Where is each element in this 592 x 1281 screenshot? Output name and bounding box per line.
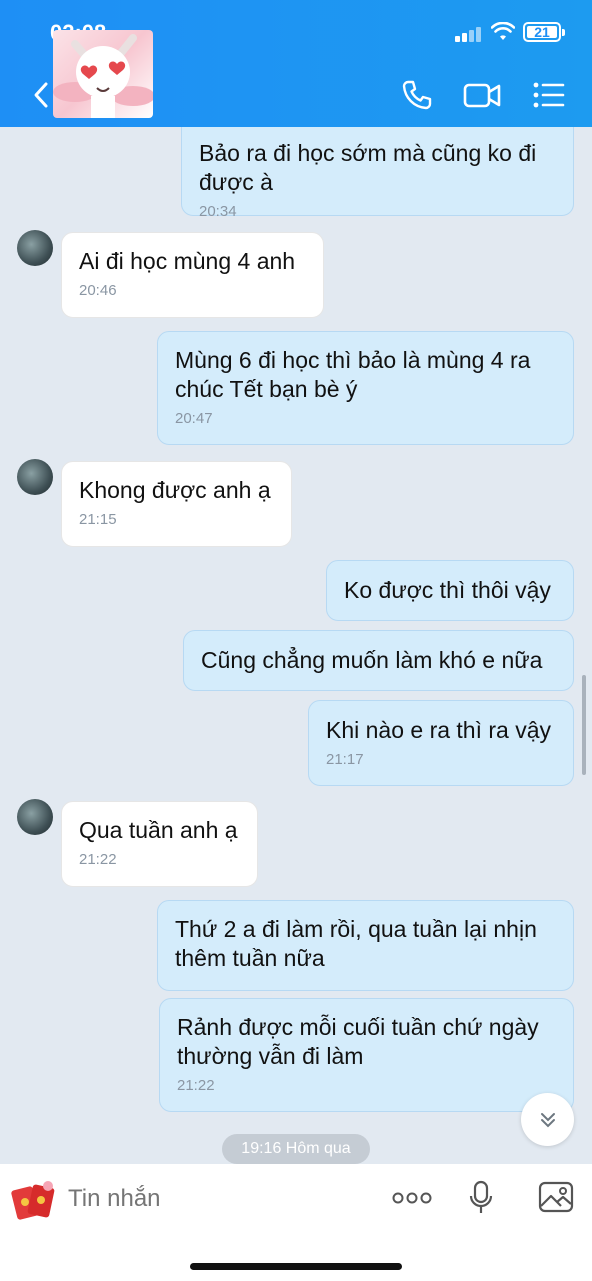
- chat-header: 02:08 21 n: [0, 0, 592, 127]
- message-bubble-incoming[interactable]: Khong được anh ạ 21:15: [61, 461, 292, 547]
- message-bubble-outgoing[interactable]: Thứ 2 a đi làm rồi, qua tuần lại nhịn th…: [157, 900, 574, 991]
- message-time: 21:15: [79, 511, 117, 528]
- message-input-bar: [0, 1164, 592, 1281]
- message-time: 20:34: [199, 203, 237, 220]
- battery-indicator: 21: [523, 22, 565, 42]
- sender-avatar[interactable]: [17, 459, 53, 495]
- message-bubble-incoming[interactable]: Qua tuần anh ạ 21:22: [61, 801, 258, 887]
- sender-avatar[interactable]: [17, 230, 53, 266]
- battery-level: 21: [534, 24, 550, 40]
- list-menu-icon[interactable]: [532, 78, 566, 112]
- message-bubble-incoming[interactable]: Ai đi học mùng 4 anh 20:46: [61, 232, 324, 318]
- message-text: Qua tuần anh ạ: [79, 817, 238, 843]
- message-text: Bảo ra đi học sớm mà cũng ko đi được à: [199, 140, 537, 195]
- chevron-down-double-icon: [540, 1112, 555, 1127]
- message-text: Khong được anh ạ: [79, 477, 271, 503]
- message-text: Ko được thì thôi vậy: [344, 577, 551, 603]
- scrollbar[interactable]: [582, 675, 586, 775]
- image-icon[interactable]: [538, 1180, 574, 1214]
- scroll-to-bottom-button[interactable]: [521, 1093, 574, 1146]
- message-time: 20:47: [175, 410, 213, 427]
- message-text: Rảnh được mỗi cuối tuần chứ ngày thường …: [177, 1014, 539, 1069]
- home-indicator: [190, 1263, 402, 1270]
- message-time: 21:22: [177, 1077, 215, 1094]
- message-time: 21:22: [79, 851, 117, 868]
- message-text: Khi nào e ra thì ra vậy: [326, 717, 552, 743]
- message-bubble-outgoing[interactable]: Khi nào e ra thì ra vậy 21:17: [308, 700, 574, 786]
- message-time: 20:46: [79, 282, 117, 299]
- message-text: Mùng 6 đi học thì bảo là mùng 4 ra chúc …: [175, 347, 531, 402]
- sticker-icon[interactable]: [10, 1178, 58, 1222]
- message-input[interactable]: [68, 1182, 368, 1216]
- sender-avatar[interactable]: [17, 799, 53, 835]
- back-arrow-icon[interactable]: [30, 80, 52, 110]
- message-bubble-outgoing[interactable]: Ko được thì thôi vậy: [326, 560, 574, 621]
- contact-avatar[interactable]: [53, 30, 153, 118]
- date-separator: 19:16 Hôm qua: [222, 1134, 370, 1164]
- message-text: Ai đi học mùng 4 anh: [79, 248, 296, 274]
- message-time: 21:17: [326, 751, 364, 768]
- video-icon[interactable]: [462, 78, 502, 112]
- cell-signal-icon: [455, 26, 485, 42]
- microphone-icon[interactable]: [468, 1180, 494, 1216]
- message-bubble-outgoing[interactable]: Mùng 6 đi học thì bảo là mùng 4 ra chúc …: [157, 331, 574, 445]
- phone-icon[interactable]: [400, 78, 434, 112]
- message-text: Thứ 2 a đi làm rồi, qua tuần lại nhịn th…: [175, 916, 537, 971]
- more-dots-icon[interactable]: [392, 1188, 432, 1208]
- message-bubble-outgoing[interactable]: Rảnh được mỗi cuối tuần chứ ngày thường …: [159, 998, 574, 1112]
- message-bubble-outgoing[interactable]: Cũng chẳng muốn làm khó e nữa: [183, 630, 574, 691]
- message-text: Cũng chẳng muốn làm khó e nữa: [201, 647, 543, 673]
- wifi-icon: [491, 22, 515, 40]
